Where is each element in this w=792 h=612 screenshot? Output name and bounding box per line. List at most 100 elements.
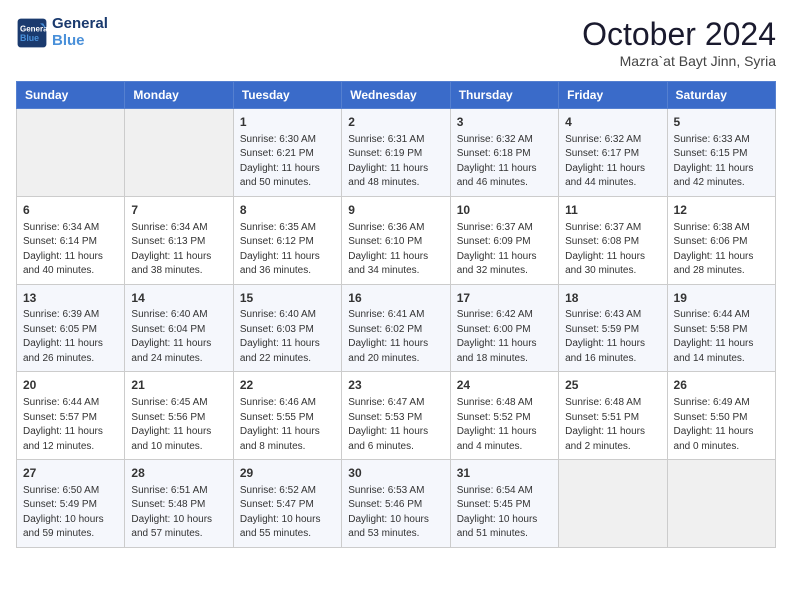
day-number: 6 [23,202,118,219]
cell-content: Sunrise: 6:46 AMSunset: 5:55 PMDaylight:… [240,396,335,454]
cell-content: Sunrise: 6:40 AMSunset: 6:04 PMDaylight:… [131,308,226,366]
cell-content: Sunrise: 6:51 AMSunset: 5:48 PMDaylight:… [131,484,226,542]
weekday-header-friday: Friday [559,82,667,109]
title-area: October 2024 Mazra`at Bayt Jinn, Syria [582,16,776,69]
day-number: 8 [240,202,335,219]
calendar-cell: 11 Sunrise: 6:37 AMSunset: 6:08 PMDayligh… [559,196,667,284]
calendar-cell: 4Sunrise: 6:32 AMSunset: 6:17 PMDaylight… [559,109,667,197]
day-number: 31 [457,465,552,482]
day-number: 13 [23,290,118,307]
weekday-header-saturday: Saturday [667,82,775,109]
calendar-cell: 19Sunrise: 6:44 AMSunset: 5:58 PMDayligh… [667,284,775,372]
weekday-header-thursday: Thursday [450,82,558,109]
calendar-cell: 13Sunrise: 6:39 AMSunset: 6:05 PMDayligh… [17,284,125,372]
cell-content: Sunrise: 6:50 AMSunset: 5:49 PMDaylight:… [23,484,118,542]
cell-content: Sunrise: 6:45 AMSunset: 5:56 PMDaylight:… [131,396,226,454]
cell-content: Sunrise: 6:53 AMSunset: 5:46 PMDaylight:… [348,484,443,542]
day-number: 22 [240,377,335,394]
calendar-cell: 17Sunrise: 6:42 AMSunset: 6:00 PMDayligh… [450,284,558,372]
calendar-cell: 10 Sunrise: 6:37 AMSunset: 6:09 PMDayligh… [450,196,558,284]
weekday-header-monday: Monday [125,82,233,109]
cell-content: Sunrise: 6:36 AMSunset: 6:10 PMDaylight:… [348,221,443,279]
day-number: 28 [131,465,226,482]
calendar-cell [559,460,667,548]
day-number: 1 [240,114,335,131]
calendar-table: SundayMondayTuesdayWednesdayThursdayFrid… [16,81,776,548]
day-number: 3 [457,114,552,131]
day-number: 26 [674,377,769,394]
header: General Blue General Blue October 2024 M… [16,16,776,69]
cell-content: Sunrise: 6:34 AMSunset: 6:13 PMDaylight:… [131,221,226,279]
calendar-cell: 18Sunrise: 6:43 AMSunset: 5:59 PMDayligh… [559,284,667,372]
logo: General Blue General Blue [16,16,108,49]
day-number: 30 [348,465,443,482]
cell-content: Sunrise: 6:33 AMSunset: 6:15 PMDaylight:… [674,133,769,191]
cell-content: Sunrise: 6:48 AMSunset: 5:51 PMDaylight:… [565,396,660,454]
cell-content: Sunrise: 6:52 AMSunset: 5:47 PMDaylight:… [240,484,335,542]
calendar-cell: 25Sunrise: 6:48 AMSunset: 5:51 PMDayligh… [559,372,667,460]
calendar-cell: 9 Sunrise: 6:36 AMSunset: 6:10 PMDaylight… [342,196,450,284]
cell-content: Sunrise: 6:48 AMSunset: 5:52 PMDaylight:… [457,396,552,454]
cell-content: Sunrise: 6:38 AMSunset: 6:06 PMDaylight:… [674,221,769,279]
calendar-cell: 16Sunrise: 6:41 AMSunset: 6:02 PMDayligh… [342,284,450,372]
cell-content: Sunrise: 6:37 AMSunset: 6:08 PMDaylight:… [565,221,660,279]
day-number: 14 [131,290,226,307]
calendar-cell: 8Sunrise: 6:35 AMSunset: 6:12 PMDaylight… [233,196,341,284]
cell-content: Sunrise: 6:41 AMSunset: 6:02 PMDaylight:… [348,308,443,366]
calendar-cell: 23 Sunrise: 6:47 AMSunset: 5:53 PMDayligh… [342,372,450,460]
day-number: 4 [565,114,660,131]
calendar-cell: 7Sunrise: 6:34 AMSunset: 6:13 PMDaylight… [125,196,233,284]
calendar-cell: 12 Sunrise: 6:38 AMSunset: 6:06 PMDayligh… [667,196,775,284]
calendar-cell: 3Sunrise: 6:32 AMSunset: 6:18 PMDaylight… [450,109,558,197]
day-number: 11 [565,202,660,219]
cell-content: Sunrise: 6:39 AMSunset: 6:05 PMDaylight:… [23,308,118,366]
calendar-cell: 1 Sunrise: 6:30 AMSunset: 6:21 PMDaylight… [233,109,341,197]
calendar-cell: 5 Sunrise: 6:33 AMSunset: 6:15 PMDaylight… [667,109,775,197]
day-number: 16 [348,290,443,307]
calendar-cell [125,109,233,197]
cell-content: Sunrise: 6:49 AMSunset: 5:50 PMDaylight:… [674,396,769,454]
day-number: 27 [23,465,118,482]
cell-content: Sunrise: 6:44 AMSunset: 5:57 PMDaylight:… [23,396,118,454]
calendar-cell: 31 Sunrise: 6:54 AMSunset: 5:45 PMDayligh… [450,460,558,548]
cell-content: Sunrise: 6:30 AMSunset: 6:21 PMDaylight:… [240,133,335,191]
calendar-cell [667,460,775,548]
day-number: 2 [348,114,443,131]
month-title: October 2024 [582,16,776,53]
day-number: 9 [348,202,443,219]
cell-content: Sunrise: 6:47 AMSunset: 5:53 PMDaylight:… [348,396,443,454]
weekday-header-wednesday: Wednesday [342,82,450,109]
cell-content: Sunrise: 6:43 AMSunset: 5:59 PMDaylight:… [565,308,660,366]
day-number: 15 [240,290,335,307]
cell-content: Sunrise: 6:44 AMSunset: 5:58 PMDaylight:… [674,308,769,366]
calendar-cell: 14Sunrise: 6:40 AMSunset: 6:04 PMDayligh… [125,284,233,372]
cell-content: Sunrise: 6:37 AMSunset: 6:09 PMDaylight:… [457,221,552,279]
calendar-cell: 21 Sunrise: 6:45 AMSunset: 5:56 PMDayligh… [125,372,233,460]
svg-text:Blue: Blue [20,33,39,43]
calendar-cell: 29 Sunrise: 6:52 AMSunset: 5:47 PMDayligh… [233,460,341,548]
day-number: 23 [348,377,443,394]
day-number: 17 [457,290,552,307]
cell-content: Sunrise: 6:42 AMSunset: 6:00 PMDaylight:… [457,308,552,366]
day-number: 24 [457,377,552,394]
calendar-cell: 20 Sunrise: 6:44 AMSunset: 5:57 PMDayligh… [17,372,125,460]
day-number: 20 [23,377,118,394]
day-number: 29 [240,465,335,482]
calendar-cell: 22 Sunrise: 6:46 AMSunset: 5:55 PMDayligh… [233,372,341,460]
day-number: 19 [674,290,769,307]
weekday-header-sunday: Sunday [17,82,125,109]
cell-content: Sunrise: 6:54 AMSunset: 5:45 PMDaylight:… [457,484,552,542]
cell-content: Sunrise: 6:40 AMSunset: 6:03 PMDaylight:… [240,308,335,366]
logo-blue: Blue [52,33,108,50]
day-number: 21 [131,377,226,394]
day-number: 12 [674,202,769,219]
day-number: 5 [674,114,769,131]
logo-icon: General Blue [16,17,48,49]
weekday-header-tuesday: Tuesday [233,82,341,109]
calendar-cell: 30 Sunrise: 6:53 AMSunset: 5:46 PMDayligh… [342,460,450,548]
calendar-cell: 27 Sunrise: 6:50 AMSunset: 5:49 PMDayligh… [17,460,125,548]
calendar-cell: 24 Sunrise: 6:48 AMSunset: 5:52 PMDayligh… [450,372,558,460]
cell-content: Sunrise: 6:34 AMSunset: 6:14 PMDaylight:… [23,221,118,279]
day-number: 10 [457,202,552,219]
calendar-cell: 28 Sunrise: 6:51 AMSunset: 5:48 PMDayligh… [125,460,233,548]
